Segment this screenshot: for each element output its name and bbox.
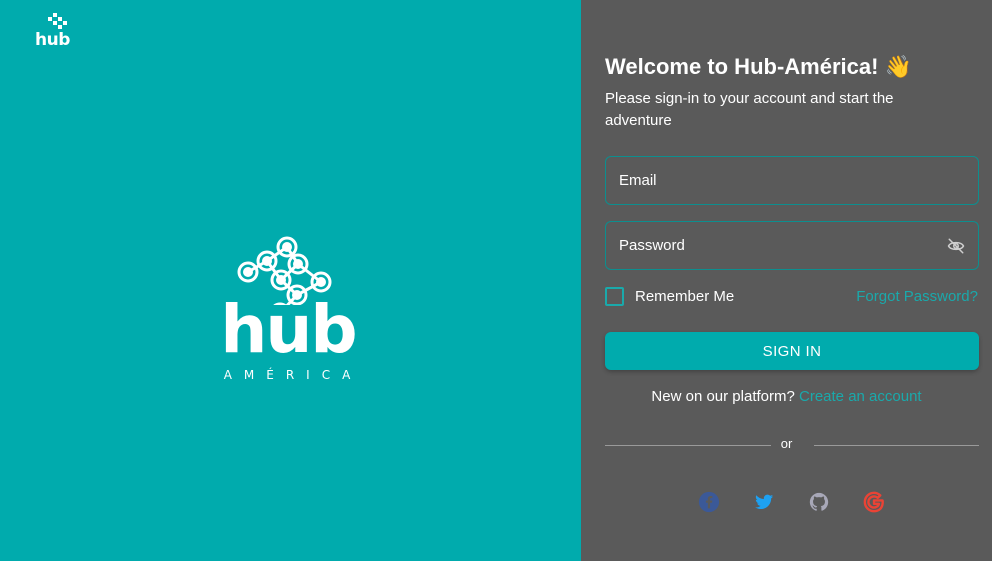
- twitter-icon[interactable]: [753, 491, 775, 513]
- divider-right: [814, 445, 979, 446]
- corner-logo[interactable]: hub: [33, 13, 83, 53]
- page-subtitle: Please sign-in to your account and start…: [605, 90, 894, 129]
- hero-logo: hub AMÉRICA: [196, 235, 380, 385]
- signup-prompt-text: New on our platform?: [651, 388, 795, 405]
- signup-prompt: New on our platform? Create an account: [581, 388, 992, 405]
- password-field-wrapper: [605, 221, 979, 270]
- page-title: Welcome to Hub-América! 👋: [605, 54, 912, 79]
- divider-text: or: [780, 436, 793, 451]
- sign-in-button[interactable]: SIGN IN: [605, 332, 979, 370]
- create-account-link[interactable]: Create an account: [799, 388, 922, 405]
- google-icon[interactable]: [863, 491, 885, 513]
- email-input[interactable]: [606, 157, 978, 204]
- eye-off-icon[interactable]: [947, 237, 965, 255]
- corner-logo-text: hub: [35, 30, 70, 50]
- hero-logo-text: hub: [220, 291, 357, 368]
- facebook-icon[interactable]: [698, 491, 720, 513]
- remember-me-label: Remember Me: [635, 288, 735, 305]
- email-field-wrapper: [605, 156, 979, 205]
- login-panel: Welcome to Hub-América! 👋 Please sign-in…: [581, 0, 992, 561]
- checkbox-box[interactable]: [605, 287, 624, 306]
- remember-me-checkbox[interactable]: Remember Me: [605, 287, 734, 306]
- github-icon[interactable]: [808, 491, 830, 513]
- hero-logo-subtitle: AMÉRICA: [223, 368, 363, 382]
- forgot-password-link[interactable]: Forgot Password?: [856, 288, 978, 305]
- password-input[interactable]: [606, 222, 978, 269]
- brand-panel: hub hub AMÉRICA: [0, 0, 581, 561]
